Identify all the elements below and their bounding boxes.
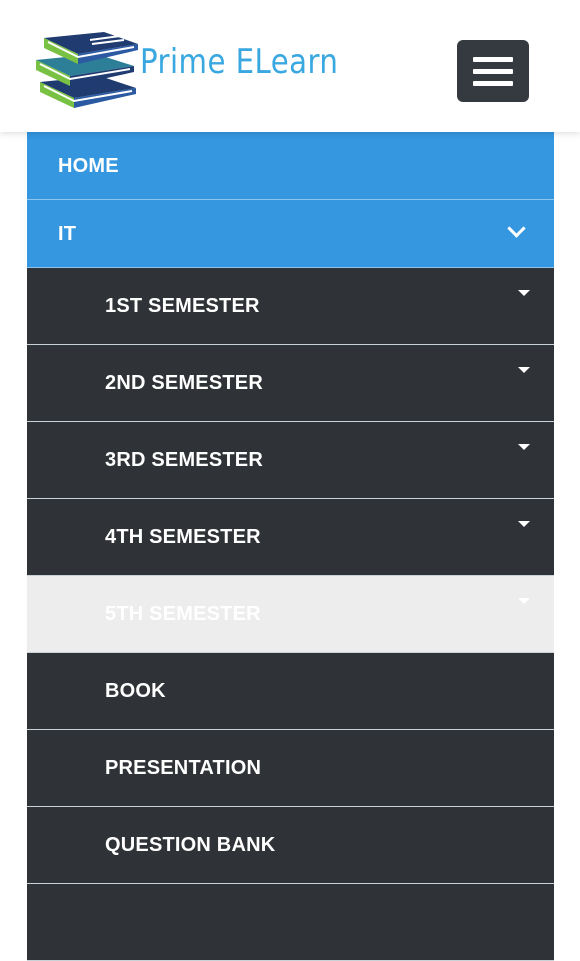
logo-text: Prime ELearn [140,42,339,82]
nav-subitem-label: BOOK [105,680,166,702]
menu-toggle-button[interactable] [457,40,529,102]
nav-subitem-label: 5TH SEMESTER [105,603,261,625]
nav-subitem-label: QUESTION BANK [105,834,276,856]
nav-subitem-presentation[interactable]: PRESENTATION [27,730,554,807]
nav-subitem-label: 4TH SEMESTER [105,526,261,548]
nav-item-label: IT [58,223,77,245]
nav-item-home[interactable]: HOME [27,132,554,200]
nav-subitem-2nd-semester[interactable]: 2ND SEMESTER [27,345,554,422]
nav-subitem-label: PRESENTATION [105,757,262,779]
site-logo[interactable]: Prime ELearn [30,24,338,114]
nav-item-label: HOME [58,155,119,177]
nav-subitem-4th-semester[interactable]: 4TH SEMESTER [27,499,554,576]
nav-subitem-5th-semester[interactable]: 5TH SEMESTER [27,576,554,653]
nav-subitem-label: 1ST SEMESTER [105,295,260,317]
caret-down-icon[interactable] [518,598,530,604]
books-logo-icon [36,32,138,108]
nav-subitem-book[interactable]: BOOK [27,653,554,730]
nav-subitem-question-bank[interactable]: QUESTION BANK [27,807,554,884]
caret-down-icon[interactable] [518,290,530,296]
caret-down-icon[interactable] [518,367,530,373]
nav-subitem-label: 3RD SEMESTER [105,449,263,471]
nav-menu: HOME IT 1ST SEMESTER 2ND SEMESTER 3RD SE… [27,132,554,961]
caret-down-icon[interactable] [518,521,530,527]
site-header: Prime ELearn [0,0,580,132]
chevron-down-icon[interactable] [507,219,526,238]
caret-down-icon[interactable] [518,444,530,450]
nav-subitem-3rd-semester[interactable]: 3RD SEMESTER [27,422,554,499]
nav-item-it[interactable]: IT [27,200,554,268]
nav-subitem-label: 2ND SEMESTER [105,372,263,394]
nav-subitem-partial[interactable] [27,884,554,961]
nav-subitem-1st-semester[interactable]: 1ST SEMESTER [27,268,554,345]
